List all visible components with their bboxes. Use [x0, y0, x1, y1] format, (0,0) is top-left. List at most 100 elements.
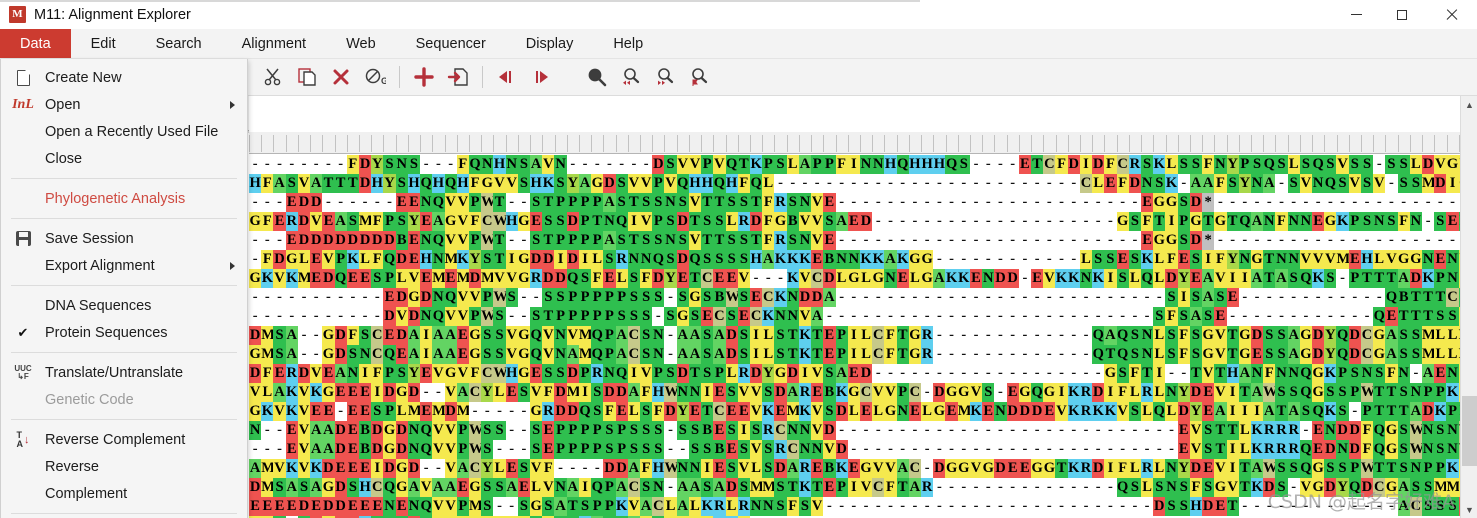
residue-cell: G: [1312, 364, 1325, 383]
sequence-row[interactable]: - - - - - - - - - - - E DGD NQV V P WS - - S S P P P P P S S S - S G S BW…: [249, 288, 1460, 307]
ruler-tick: [1043, 135, 1045, 152]
residue-cell: S: [481, 250, 494, 269]
residue-cell: S: [1397, 421, 1410, 440]
sequence-row[interactable]: AMVKVKD E E E I DGD - - V A C Y L E S V F - - - - D D A F HWN N I E S…: [249, 459, 1460, 478]
residue-cell: E: [530, 212, 543, 231]
residue-cell: -: [1006, 326, 1019, 345]
sequence-rows[interactable]: - - - - - - - - F D Y S N S - - - F QNHN S A V N - - - - - - - D S V V P VQ…: [249, 155, 1460, 518]
residue-cell: -: [420, 383, 433, 402]
residue-cell: P: [566, 193, 579, 212]
residue-cell: E: [603, 269, 616, 288]
sequence-row[interactable]: - - - E D D D D D D D D B E NQV V P WT - - S T P P P P A S T S S N S V T T S…: [249, 231, 1460, 250]
sequence-row[interactable]: D F E R D V E A N I F P S Y E VGV F CWHG E S S D P R NQ I V P S D T S P L…: [249, 364, 1460, 383]
residue-cell: S: [493, 307, 506, 326]
menu-sequencer[interactable]: Sequencer: [396, 29, 506, 58]
sequence-row[interactable]: H F A S V A T T T DHY S HQHQH F GV V S HK S Y AGD S V V P VQHHQH…: [249, 174, 1460, 193]
residue-cell: -: [1422, 231, 1435, 250]
close-button[interactable]: [1425, 0, 1477, 29]
ruler-tick: [383, 135, 385, 152]
sequence-row[interactable]: GKVKV E E - E E S P LMEMDM - - - - - GR D DQ S F E L S F D Y E T C E…: [249, 402, 1460, 421]
residue-cell: Q: [383, 478, 396, 497]
menu-search[interactable]: Search: [136, 29, 222, 58]
sequence-row[interactable]: - F DG L E V P K L F QD E HNMKY S T I GD D I D I L S R N NQ S DQ S S S…: [249, 250, 1460, 269]
residue-cell: Q: [713, 174, 726, 193]
residue-cell: G: [1214, 478, 1227, 497]
residue-cell: L: [1287, 155, 1300, 174]
residue-cell: P: [591, 440, 604, 459]
residue-cell: G: [676, 307, 689, 326]
delete-x-icon[interactable]: [324, 62, 358, 92]
sequence-row[interactable]: DMS A - - GD F S C E D A I A A E G S S VGQV N VMQ P A C S N - A A S A D…: [249, 326, 1460, 345]
residue-cell: M: [578, 326, 593, 345]
residue-cell: A: [1385, 326, 1398, 345]
residue-cell: H: [1226, 364, 1239, 383]
residue-cell: M: [957, 402, 972, 421]
menu-alignment[interactable]: Alignment: [222, 29, 326, 58]
search-icon[interactable]: [580, 62, 614, 92]
cut-scissors-icon[interactable]: [256, 62, 290, 92]
residue-cell: N: [1360, 364, 1374, 383]
residue-cell: R: [798, 459, 812, 478]
sequence-row[interactable]: G F E R D V E A S MF P S Y E AGV F CWHG E S S D P T NQ I V P S D T S S L…: [249, 212, 1460, 231]
residue-cell: -: [1006, 288, 1019, 307]
sequence-row[interactable]: - - - - - - - - F D Y S N S - - - F QNHN S A V N - - - - - - - D S V V P VQ…: [249, 155, 1460, 174]
search-prev-icon[interactable]: [614, 62, 648, 92]
sequence-row[interactable]: V L AKVKG E E E I DGD - - V A C Y L E S V F DM I S D D A F HWN N I E S…: [249, 383, 1460, 402]
residue-cell: G: [444, 364, 457, 383]
residue-cell: -: [835, 288, 848, 307]
sequence-row[interactable]: GMS A - - GD S N CQ E A I A A E G S S VGQV N AMQ P A C S N - A A S A D…: [249, 345, 1460, 364]
sequence-row[interactable]: GKVKME DQ E E S P L V EMEMDMV VGR D DQ S F E L S F D Y E T C E E…: [249, 269, 1460, 288]
residue-cell: V: [1055, 402, 1068, 421]
residue-cell: N: [1446, 440, 1459, 459]
residue-cell: E: [542, 440, 555, 459]
paste-icon[interactable]: [290, 62, 324, 92]
residue-cell: V: [688, 193, 702, 212]
ruler-tick: [1409, 135, 1411, 152]
residue-cell: V: [1434, 155, 1447, 174]
sequence-row[interactable]: N - - E V A A D E B DGD NQV V P WS S - - S E P P P P S P S S S - S S B E S…: [249, 421, 1460, 440]
menu-display[interactable]: Display: [506, 29, 594, 58]
residue-cell: A: [823, 288, 836, 307]
step-left-icon[interactable]: [490, 62, 524, 92]
export-arrow-icon[interactable]: [441, 62, 475, 92]
sequence-row[interactable]: - - - E V A A D E B DGD NQV V P WS - - - S E P P P P S P S S S - - S S B E…: [249, 440, 1460, 459]
residue-cell: M: [456, 269, 471, 288]
residue-cell: K: [798, 250, 812, 269]
maximize-button[interactable]: [1379, 0, 1425, 29]
ruler-tick: [310, 135, 312, 152]
menu-data[interactable]: Data: [0, 29, 71, 58]
menu-web[interactable]: Web: [326, 29, 396, 58]
toggle-gaps-icon[interactable]: G: [358, 62, 392, 92]
residue-cell: N: [1422, 440, 1435, 459]
ruler-tick: [1312, 135, 1314, 152]
search-mark-icon[interactable]: [682, 62, 716, 92]
sequence-row[interactable]: E E E E D E D D E E E N E NQV V P MS - - S G S A T S P P KV A C L A L KR L…: [249, 497, 1460, 516]
add-plus-icon[interactable]: [407, 62, 441, 92]
site-ruler[interactable]: [249, 132, 1460, 154]
residue-cell: Q: [676, 174, 689, 193]
residue-cell: -: [1177, 364, 1190, 383]
sequence-row[interactable]: DMS A S AGD S HCQGA V A A E G S S A E L V N A I Q P A C S N - A A S A D…: [249, 478, 1460, 497]
residue-cell: -: [591, 155, 604, 174]
residue-cell: -: [1018, 421, 1031, 440]
residue-cell: D: [603, 174, 616, 193]
residue-cell: I: [798, 364, 812, 383]
sequence-view[interactable]: - - - - - - - - F D Y S N S - - - F QNHN S A V N - - - - - - - D S V V P VQ…: [249, 96, 1460, 518]
step-right-icon[interactable]: [524, 62, 558, 92]
residue-cell: S: [615, 174, 628, 193]
sequence-row[interactable]: - - - E D D - - - - - - E E NQV V P WT - - S T P P P P A S T S S N S V T T S…: [249, 193, 1460, 212]
residue-cell: N: [994, 402, 1007, 421]
residue-cell: T: [811, 326, 824, 345]
sequence-row[interactable]: - - - - - - - - - - - D V D NQV V P WS - - S T P P P P P S S S - S G S E C S…: [249, 307, 1460, 326]
menu-edit[interactable]: Edit: [71, 29, 136, 58]
residue-cell: D: [383, 383, 396, 402]
residue-cell: Y: [1226, 250, 1239, 269]
residue-cell: B: [1397, 288, 1410, 307]
residue-cell: -: [835, 307, 848, 326]
residue-cell: G: [383, 440, 396, 459]
minimize-button[interactable]: [1333, 0, 1379, 29]
search-next-icon[interactable]: [648, 62, 682, 92]
residue-cell: P: [334, 250, 347, 269]
residue-cell: T: [1385, 402, 1398, 421]
menu-help[interactable]: Help: [593, 29, 663, 58]
